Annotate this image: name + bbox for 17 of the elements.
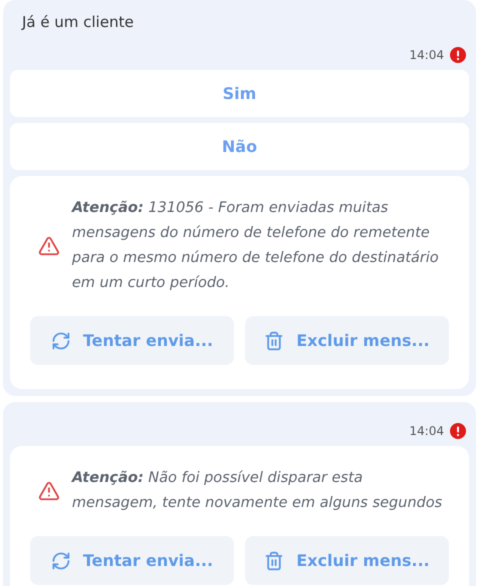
message-text: Já é um cliente <box>22 13 134 31</box>
trash-icon <box>264 330 284 350</box>
warning-icon <box>38 235 60 257</box>
delete-button[interactable]: Excluir mens... <box>245 536 449 585</box>
option-button[interactable]: Sim <box>10 70 469 117</box>
refresh-icon <box>50 330 71 350</box>
retry-button[interactable]: Tentar envia... <box>30 536 234 585</box>
trash-icon <box>264 550 284 570</box>
delete-button[interactable]: Excluir mens... <box>245 316 449 365</box>
error-message: Atenção: 131056 - Foram enviadas muitas mensagens do número de telefone do remetente para o mesmo número de telefone do destinatário em um curto período. <box>72 199 440 293</box>
retry-button[interactable]: Tentar envia... <box>30 316 234 365</box>
error-message: Atenção: Não foi possível disparar esta mensagem, tente novamente em alguns segundos <box>72 469 444 513</box>
option-button[interactable]: Não <box>10 123 469 170</box>
refresh-icon <box>50 550 71 570</box>
message-time: 14:04 <box>409 47 444 64</box>
message-time: 14:04 <box>409 423 444 440</box>
warning-icon <box>38 480 60 502</box>
